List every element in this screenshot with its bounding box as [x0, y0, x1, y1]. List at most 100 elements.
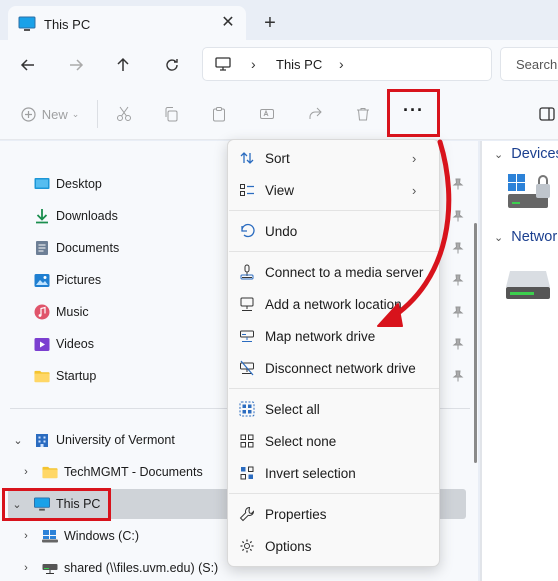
details-pane-button[interactable]: [536, 103, 558, 125]
search-input[interactable]: Search: [500, 47, 558, 81]
paste-button[interactable]: [208, 103, 230, 125]
group-network-header[interactable]: ⌄ Network: [494, 229, 558, 245]
monitor-icon: [215, 57, 231, 75]
menu-divider: [229, 388, 439, 389]
trash-icon: [357, 108, 369, 121]
menu-item-undo[interactable]: Undo: [228, 216, 439, 246]
menu-item-select-none[interactable]: Select none: [228, 426, 439, 456]
drive-icon: [42, 528, 58, 544]
rename-icon: [260, 109, 274, 119]
disconnect-drive-icon: [238, 359, 256, 377]
tree-item-university[interactable]: University of Vermont: [34, 428, 175, 452]
menu-item-invert-selection[interactable]: Invert selection: [228, 458, 439, 488]
breadcrumb-chevron-icon[interactable]: ›: [339, 56, 344, 72]
new-tab-button[interactable]: +: [258, 12, 282, 36]
nav-item-videos[interactable]: Videos: [34, 332, 94, 356]
pin-icon[interactable]: [452, 338, 464, 350]
nav-item-desktop[interactable]: Desktop: [34, 172, 102, 196]
chevron-right-icon[interactable]: ›: [20, 466, 32, 478]
select-all-icon: [238, 400, 256, 418]
pin-icon[interactable]: [452, 178, 464, 190]
plus-circle-icon: [21, 106, 36, 122]
up-arrow-icon: [117, 57, 129, 71]
tab-this-pc[interactable]: This PC ✕: [8, 6, 246, 42]
search-placeholder: Search: [516, 57, 558, 72]
share-button[interactable]: [304, 103, 326, 125]
address-bar[interactable]: › This PC ›: [202, 47, 492, 81]
menu-divider: [229, 210, 439, 211]
network-drive-icon: [42, 560, 58, 576]
nav-item-pictures[interactable]: Pictures: [34, 268, 101, 292]
menu-item-select-all[interactable]: Select all: [228, 394, 439, 424]
menu-divider: [229, 251, 439, 252]
nav-item-startup[interactable]: Startup: [34, 364, 96, 388]
menu-item-disconnect-network-drive[interactable]: Disconnect network drive: [228, 353, 439, 383]
pin-icon[interactable]: [452, 370, 464, 382]
share-icon: [309, 107, 322, 119]
nav-item-downloads[interactable]: Downloads: [34, 204, 118, 228]
chevron-right-icon: ›: [412, 182, 417, 198]
this-pc-icon: [18, 16, 36, 35]
tree-item-shared-s[interactable]: shared (\\files.uvm.edu) (S:): [42, 556, 218, 580]
close-tab-button[interactable]: ✕: [218, 13, 238, 33]
menu-item-sort[interactable]: Sort ›: [228, 143, 439, 173]
folder-icon: [42, 464, 58, 480]
rename-button[interactable]: [256, 103, 278, 125]
map-drive-icon: [238, 327, 256, 345]
breadcrumb-this-pc[interactable]: This PC: [276, 57, 322, 72]
building-icon: [34, 432, 50, 448]
folder-icon: [34, 368, 50, 384]
pin-icon[interactable]: [452, 210, 464, 222]
music-icon: [34, 304, 50, 320]
up-button[interactable]: [110, 52, 136, 78]
videos-icon: [34, 336, 50, 352]
documents-icon: [34, 240, 50, 256]
command-bar: New ⌄: [0, 88, 558, 140]
breadcrumb-chevron-icon[interactable]: ›: [251, 56, 256, 72]
menu-item-options[interactable]: Options: [228, 531, 439, 561]
refresh-button[interactable]: [159, 52, 185, 78]
nav-item-music[interactable]: Music: [34, 300, 89, 324]
cut-button[interactable]: [113, 103, 135, 125]
gear-icon: [238, 537, 256, 555]
menu-item-view[interactable]: View ›: [228, 175, 439, 205]
content-pane[interactable]: ⌄ Devices ⌄ Network: [482, 141, 558, 581]
menu-item-map-network-drive[interactable]: Map network drive: [228, 321, 439, 351]
group-devices-header[interactable]: ⌄ Devices: [494, 146, 558, 162]
chevron-down-icon[interactable]: ⌄: [12, 434, 24, 447]
downloads-icon: [34, 208, 50, 224]
see-more-button[interactable]: ···: [387, 89, 440, 137]
toolbar-divider: [97, 100, 98, 128]
locked-drive-icon[interactable]: [506, 172, 554, 215]
menu-item-connect-media-server[interactable]: Connect to a media server: [228, 257, 439, 287]
new-label: New: [41, 106, 68, 122]
menu-item-add-network-location[interactable]: Add a network location: [228, 289, 439, 319]
pin-icon[interactable]: [452, 274, 464, 286]
menu-item-properties[interactable]: Properties: [228, 499, 439, 529]
refresh-icon: [166, 59, 178, 71]
pin-icon[interactable]: [452, 306, 464, 318]
chevron-right-icon[interactable]: ›: [20, 530, 32, 542]
pin-icon[interactable]: [452, 242, 464, 254]
sort-icon: [238, 149, 256, 167]
nav-scrollbar[interactable]: [474, 223, 477, 463]
highlight-box: [2, 488, 111, 521]
back-button[interactable]: [15, 52, 41, 78]
menu-divider: [229, 493, 439, 494]
desktop-icon: [34, 176, 50, 192]
tree-item-windows-c[interactable]: Windows (C:): [42, 524, 139, 548]
nav-item-documents[interactable]: Documents: [34, 236, 119, 260]
network-drive-icon[interactable]: [506, 265, 550, 306]
chevron-right-icon[interactable]: ›: [20, 562, 32, 574]
delete-button[interactable]: [352, 103, 374, 125]
copy-icon: [165, 107, 178, 122]
tree-item-techmgmt[interactable]: TechMGMT - Documents: [42, 460, 203, 484]
media-server-icon: [238, 263, 256, 281]
new-button[interactable]: New ⌄: [18, 103, 82, 125]
copy-button[interactable]: [160, 103, 182, 125]
select-none-icon: [238, 432, 256, 450]
invert-selection-icon: [238, 464, 256, 482]
chevron-down-icon: ⌄: [494, 148, 504, 161]
chevron-right-icon: ›: [412, 150, 417, 166]
forward-button[interactable]: [63, 52, 89, 78]
